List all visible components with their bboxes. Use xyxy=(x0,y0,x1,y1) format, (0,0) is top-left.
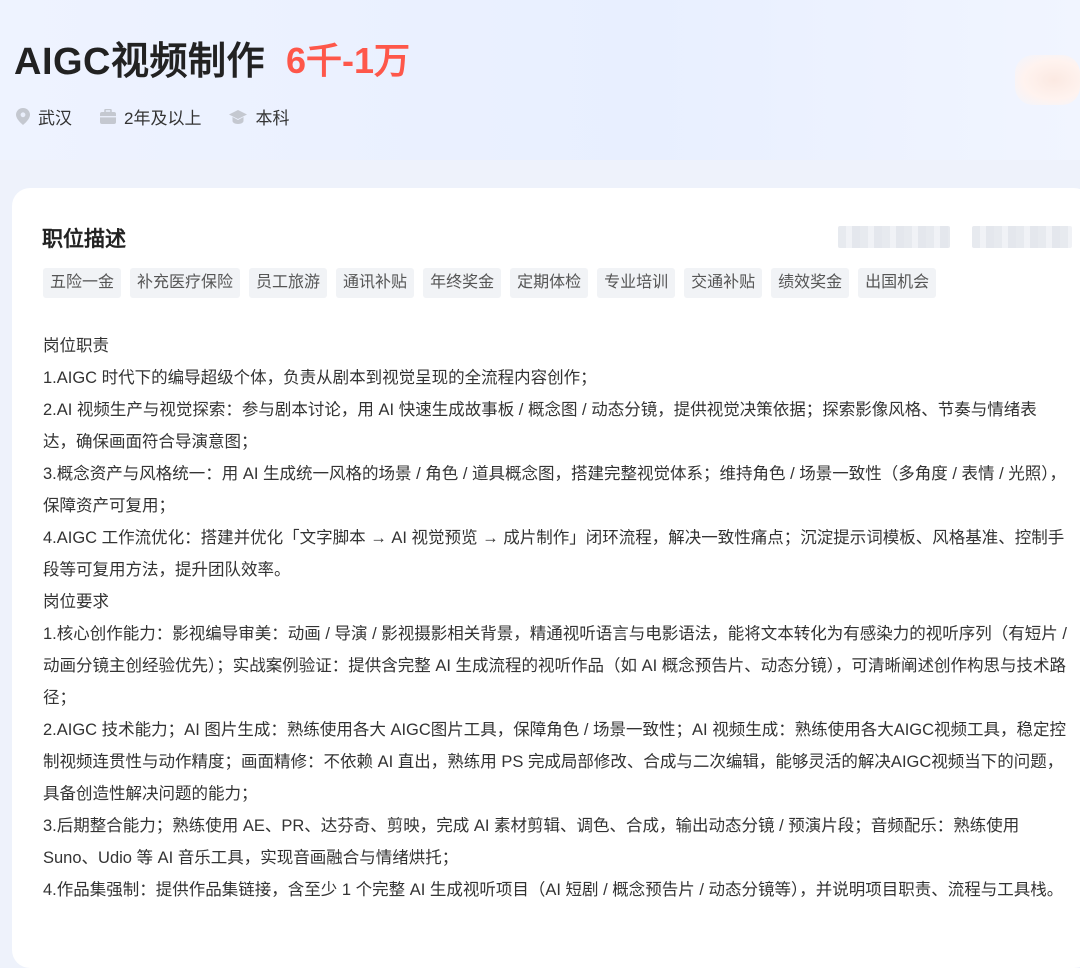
salary-range: 6千-1万 xyxy=(286,40,411,81)
benefit-tag: 出国机会 xyxy=(858,268,937,298)
benefit-tag: 绩效奖金 xyxy=(771,268,850,298)
meta-education-label: 本科 xyxy=(255,109,290,128)
benefit-tag: 员工旅游 xyxy=(249,268,328,298)
description-paragraph: 3.概念资产与风格统一：用 AI 生成统一风格的场景 / 角色 / 道具概念图，… xyxy=(43,465,1067,515)
description-paragraph: 2.AIGC 技术能力；AI 图片生成：熟练使用各大 AIGC图片工具，保障角色… xyxy=(43,721,1067,803)
benefit-tag: 五险一金 xyxy=(43,268,122,298)
meta-education: 本科 xyxy=(229,104,289,129)
description-paragraph: 4.作品集强制：提供作品集链接，含至少 1 个完整 AI 生成视听项目（AI 短… xyxy=(43,881,1064,899)
meta-experience: 2年及以上 xyxy=(100,104,201,129)
description-paragraph: 3.后期整合能力；熟练使用 AE、PR、达芬奇、剪映，完成 AI 素材剪辑、调色… xyxy=(43,817,1020,867)
briefcase-icon xyxy=(100,109,116,124)
description-paragraph: 1.AIGC 时代下的编导超级个体，负责从剧本到视觉呈现的全流程内容创作； xyxy=(43,369,597,387)
benefit-tag: 通讯补贴 xyxy=(336,268,415,298)
benefit-tag: 交通补贴 xyxy=(684,268,763,298)
benefit-tag: 专业培训 xyxy=(597,268,676,298)
benefit-tag: 补充医疗保险 xyxy=(130,268,241,298)
meta-experience-label: 2年及以上 xyxy=(124,109,202,128)
blurred-text-right xyxy=(972,226,1072,248)
location-pin-icon xyxy=(16,108,30,125)
meta-location-label: 武汉 xyxy=(38,109,72,128)
benefit-tag: 年终奖金 xyxy=(423,268,502,298)
graduation-cap-icon xyxy=(229,109,248,124)
blurred-text-left xyxy=(838,226,950,248)
job-title: AIGC视频制作 xyxy=(14,41,266,83)
description-heading: 岗位职责 xyxy=(43,337,109,355)
meta-location: 武汉 xyxy=(16,104,72,129)
job-description-text: 岗位职责 1.AIGC 时代下的编导超级个体，负责从剧本到视觉呈现的全流程内容创… xyxy=(43,330,1067,906)
description-paragraph: 4.AIGC 工作流优化：搭建并优化「文字脚本 → AI 视觉预览 → 成片制作… xyxy=(43,529,1065,579)
section-title: 职位描述 xyxy=(42,228,126,251)
benefit-tag: 定期体检 xyxy=(510,268,589,298)
description-paragraph: 2.AI 视频生产与视觉探索：参与剧本讨论，用 AI 快速生成故事板 / 概念图… xyxy=(43,401,1037,451)
description-paragraph: 1.核心创作能力：影视编导审美：动画 / 导演 / 影视摄影相关背景，精通视听语… xyxy=(43,625,1067,707)
description-heading: 岗位要求 xyxy=(43,593,109,611)
blurred-decoration xyxy=(1015,55,1080,105)
job-meta-row: 武汉 2年及以上 本科 xyxy=(16,104,289,129)
benefit-tags: 五险一金 补充医疗保险 员工旅游 通讯补贴 年终奖金 定期体检 专业培训 交通补… xyxy=(43,268,937,298)
